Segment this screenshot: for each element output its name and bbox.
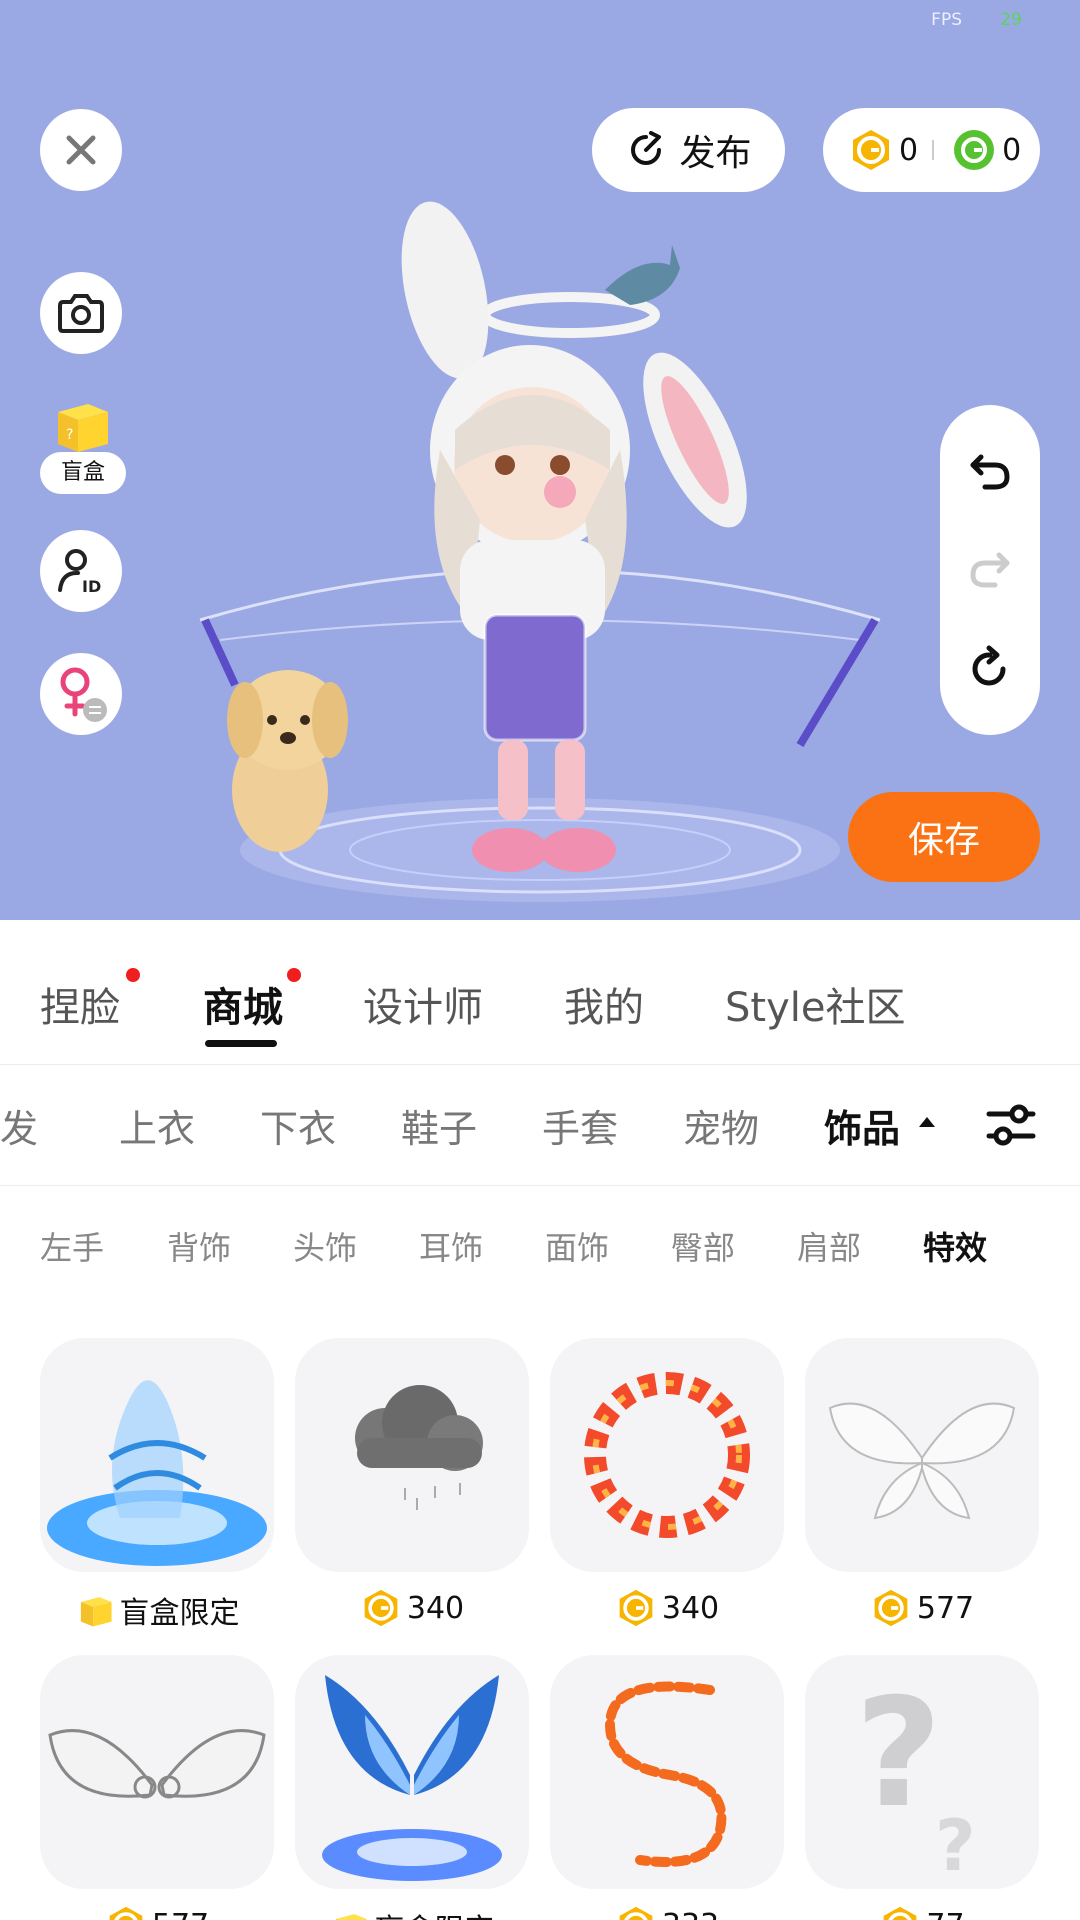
- tab-style-community[interactable]: Style社区: [725, 975, 905, 1033]
- main-tab-bar: [0, 920, 1080, 1065]
- camera-icon: [58, 294, 104, 333]
- blind-box-icon: ?: [58, 404, 108, 452]
- gold-coin-icon: [619, 1906, 653, 1920]
- publish-icon: [631, 131, 662, 165]
- gold-coin-icon: [109, 1906, 143, 1920]
- redo-icon[interactable]: [967, 547, 1013, 593]
- item-card[interactable]: [550, 1338, 784, 1572]
- category-accessories[interactable]: 饰品: [824, 1098, 900, 1153]
- tab-designer[interactable]: 设计师: [363, 975, 483, 1033]
- tab-shop[interactable]: 商城: [203, 975, 283, 1033]
- blind-box-button[interactable]: ? 盲盒: [40, 394, 126, 494]
- fps-value: 29: [1000, 10, 1022, 30]
- item-price-label: 盲盒限定: [375, 1905, 495, 1920]
- item-card[interactable]: [295, 1338, 529, 1572]
- subcategory-earrings[interactable]: 耳饰: [419, 1223, 483, 1269]
- publish-label: 发布: [679, 133, 752, 174]
- blind-box-icon: [80, 1597, 112, 1627]
- history-controls: [940, 405, 1040, 735]
- filter-icon[interactable]: [985, 1100, 1037, 1150]
- category-bottoms[interactable]: 下衣: [260, 1098, 336, 1153]
- item-price-value: 340: [661, 1590, 720, 1626]
- avatar-stage: FPS 29 发布 0 0 ? 盲盒 ID 保存: [0, 0, 1080, 920]
- subcategory-left-hand[interactable]: 左手: [40, 1223, 104, 1269]
- gold-coin-icon: [874, 1589, 908, 1627]
- svg-text:ID: ID: [82, 577, 101, 596]
- currency-divider: [932, 140, 935, 160]
- gold-coin-icon: [619, 1589, 653, 1627]
- category-shoes[interactable]: 鞋子: [401, 1098, 477, 1153]
- item-price-label: 盲盒限定: [119, 1596, 240, 1631]
- subcategory-face[interactable]: 面饰: [545, 1223, 609, 1269]
- subcategory-shoulder[interactable]: 肩部: [797, 1223, 861, 1269]
- svg-text:?: ?: [855, 1667, 942, 1841]
- publish-button[interactable]: 发布: [592, 108, 785, 192]
- item-card[interactable]: [40, 1338, 274, 1572]
- svg-text:?: ?: [66, 427, 73, 443]
- tab-shop-badge: [287, 968, 301, 982]
- caret-up-icon: [919, 1117, 935, 1127]
- item-price: 577: [795, 1588, 1050, 1628]
- gold-coin-icon: [884, 1906, 917, 1920]
- tab-mine[interactable]: 我的: [564, 975, 644, 1033]
- blind-box-icon: [335, 1914, 367, 1920]
- item-price-value: 577: [916, 1590, 975, 1626]
- item-card[interactable]: [40, 1655, 274, 1889]
- reset-icon[interactable]: [967, 645, 1013, 691]
- white-butterfly-wings-effect: [828, 1402, 1016, 1520]
- subcategory-headwear[interactable]: 头饰: [293, 1223, 357, 1269]
- item-card[interactable]: [295, 1655, 529, 1889]
- subcategory-back[interactable]: 背饰: [167, 1223, 231, 1269]
- save-button[interactable]: 保存: [848, 792, 1040, 882]
- item-price: 77: [795, 1905, 1050, 1920]
- mystery-question-mark: ? ?: [855, 1667, 976, 1887]
- category-hair[interactable]: 头发: [0, 1098, 38, 1153]
- item-price: 577: [30, 1905, 285, 1920]
- blind-box-label: 盲盒: [60, 460, 105, 485]
- subcategory-hip[interactable]: 臀部: [671, 1223, 735, 1269]
- item-price: 340: [540, 1588, 795, 1628]
- fire-letters-ring-effect: [584, 1372, 750, 1538]
- subcategory-effects[interactable]: 特效: [923, 1223, 987, 1269]
- green-coin-amount: 0: [1002, 132, 1022, 168]
- item-price-value: 577: [152, 1908, 209, 1920]
- undo-icon[interactable]: [967, 449, 1013, 495]
- user-id-icon: ID: [58, 549, 101, 596]
- gold-coin-icon: [853, 130, 889, 170]
- rain-cloud-effect: [355, 1385, 483, 1510]
- item-card[interactable]: [550, 1655, 784, 1889]
- avatar-id-button[interactable]: ID: [40, 530, 122, 612]
- green-coin-icon: [954, 130, 995, 170]
- item-price-value: 333: [662, 1908, 719, 1920]
- female-switch-icon: [60, 667, 107, 722]
- tab-face-sculpt[interactable]: 捏脸: [40, 975, 120, 1033]
- item-card[interactable]: ? ?: [805, 1655, 1039, 1889]
- blue-water-vortex-effect: [47, 1380, 267, 1566]
- item-price-value: 77: [926, 1908, 964, 1920]
- category-pets[interactable]: 宠物: [683, 1098, 759, 1153]
- blue-feather-wings-effect: [322, 1675, 502, 1881]
- category-gloves[interactable]: 手套: [542, 1098, 618, 1153]
- item-price-value: 340: [406, 1590, 465, 1626]
- camera-button[interactable]: [40, 272, 122, 354]
- currency-balance[interactable]: 0 0: [823, 108, 1040, 192]
- angel-wings-effect: [48, 1729, 266, 1799]
- gold-coin-icon: [364, 1589, 398, 1627]
- item-price: 盲盒限定: [285, 1905, 540, 1920]
- fire-trail-s-effect: [604, 1681, 727, 1867]
- active-tab-indicator: [205, 1040, 277, 1047]
- gold-coin-amount: 0: [899, 132, 919, 168]
- tab-face-sculpt-badge: [126, 968, 140, 982]
- fps-label: FPS: [931, 10, 962, 30]
- item-price: 340: [285, 1588, 540, 1628]
- category-tops[interactable]: 上衣: [119, 1098, 195, 1153]
- item-card[interactable]: [805, 1338, 1039, 1572]
- item-price: 333: [540, 1905, 795, 1920]
- svg-text:?: ?: [935, 1805, 976, 1887]
- close-icon: [66, 135, 96, 165]
- item-price: 盲盒限定: [30, 1588, 285, 1632]
- gender-switch-button[interactable]: [40, 653, 122, 735]
- close-button[interactable]: [40, 109, 122, 191]
